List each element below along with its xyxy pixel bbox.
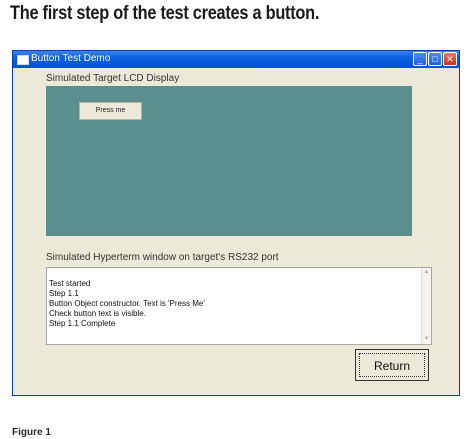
terminal-scrollbar[interactable]: ▲ ▼ — [421, 268, 431, 344]
minimize-button[interactable]: _ — [413, 52, 427, 66]
minimize-icon: _ — [417, 54, 423, 64]
lcd-display-label: Simulated Target LCD Display — [46, 73, 180, 84]
window-title: Button Test Demo — [31, 53, 111, 64]
terminal-output: Test started Step 1.1 Button Object cons… — [49, 279, 205, 329]
figure-caption: Figure 1 — [12, 427, 51, 438]
terminal-line: Test started — [49, 279, 91, 288]
terminal-line: Step 1.1 — [49, 289, 79, 298]
scroll-down-arrow-icon[interactable]: ▼ — [422, 335, 431, 344]
terminal-line: Check button text is visible. — [49, 309, 146, 318]
hyperterm-window[interactable]: Test started Step 1.1 Button Object cons… — [46, 267, 432, 345]
hyperterm-label: Simulated Hyperterm window on target's R… — [46, 252, 279, 263]
window-icon — [17, 55, 29, 65]
title-bar[interactable]: Button Test Demo _ □ ✕ — [13, 51, 459, 68]
maximize-icon: □ — [432, 54, 438, 64]
terminal-line: Step 1.1 Complete — [49, 319, 116, 328]
return-button[interactable]: Return — [355, 349, 429, 381]
return-button-label: Return — [359, 353, 425, 377]
app-window: Button Test Demo _ □ ✕ Simulated Target … — [12, 50, 460, 396]
press-me-button[interactable]: Press me — [79, 102, 142, 120]
close-button[interactable]: ✕ — [443, 52, 457, 66]
scroll-up-arrow-icon[interactable]: ▲ — [422, 268, 431, 277]
lcd-display: Press me — [46, 86, 412, 236]
maximize-button[interactable]: □ — [428, 52, 442, 66]
terminal-line: Button Object constructor. Text is 'Pres… — [49, 299, 205, 308]
close-icon: ✕ — [446, 54, 454, 64]
figure-heading: The first step of the test creates a but… — [10, 3, 320, 24]
